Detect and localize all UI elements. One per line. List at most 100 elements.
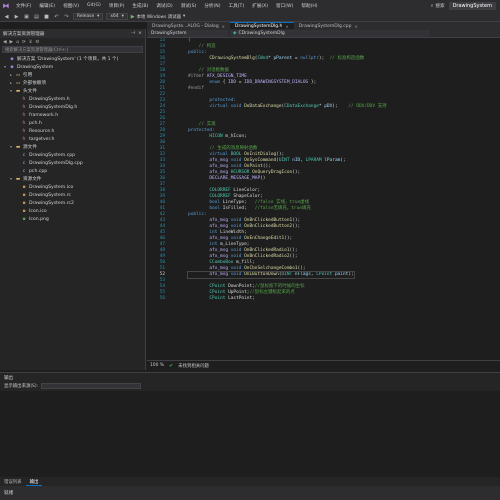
status-bar: 就绪 — [0, 486, 500, 500]
tree-item[interactable]: ▸ ▭ 外部依赖项 — [0, 79, 145, 87]
chevron-down-icon[interactable]: ▾ — [9, 177, 13, 181]
tree-item[interactable]: ▪ Icon.png — [0, 215, 145, 223]
solution-explorer-search[interactable]: 搜索解决方案资源管理器(Ctrl+;) — [2, 46, 143, 53]
tree-item[interactable]: ▪ DrawingSystem.rc2 — [0, 199, 145, 207]
output-body[interactable] — [0, 391, 500, 477]
scope-dropdown[interactable]: ◈ CDrawingSystemDlg — [230, 29, 430, 37]
new-file-icon[interactable]: ▣ — [23, 13, 30, 20]
tree-item[interactable]: ▪ DrawingSystem.ico — [0, 183, 145, 191]
chevron-down-icon[interactable]: ▾ — [9, 145, 13, 149]
settings-icon[interactable]: ⚙ — [35, 40, 39, 45]
code-token: CPoint — [316, 272, 333, 277]
menu-item[interactable]: 调试(D) — [152, 3, 176, 9]
back-icon[interactable]: ◀ — [3, 40, 7, 45]
undo-icon[interactable]: ↶ — [53, 13, 60, 20]
chevron-down-icon[interactable]: ▾ — [9, 89, 13, 93]
tree-item[interactable]: ▸ ▭ 引用 — [0, 71, 145, 79]
close-icon[interactable]: × — [222, 24, 225, 29]
code-token: void — [230, 158, 242, 163]
output-tab[interactable]: 输出 — [25, 479, 43, 486]
menu-item[interactable]: 视图(V) — [59, 3, 83, 9]
tree-item[interactable]: ▾ ▬ 资源文件 — [0, 175, 145, 183]
code-token: // DDX/DDV 支持 — [348, 104, 387, 109]
menu-item[interactable]: 生成(B) — [128, 3, 152, 9]
filter-icon[interactable]: ⊻ — [29, 40, 32, 45]
menu-item[interactable]: 项目(P) — [105, 3, 129, 9]
tree-item[interactable]: ▪ DrawingSystem.rc — [0, 191, 145, 199]
tree-item[interactable]: ▪ Icon.ico — [0, 207, 145, 215]
code-token: void — [230, 254, 242, 259]
tree-item[interactable]: h targetver.h — [0, 135, 145, 143]
menu-item[interactable]: 扩展(X) — [248, 3, 272, 9]
tree-item[interactable]: ▾ ▬ 源文件 — [0, 143, 145, 151]
tree-item[interactable]: h framework.h — [0, 111, 145, 119]
menu-item[interactable]: 分析(N) — [200, 3, 224, 9]
menu-item[interactable]: 帮助(H) — [297, 3, 321, 9]
tree-item[interactable]: ▾ ▬ 头文件 — [0, 87, 145, 95]
tree-item[interactable]: h DrawingSystemDlg.h — [0, 103, 145, 111]
tree-item[interactable]: c DrawingSystemDlg.cpp — [0, 159, 145, 167]
solution-explorer: 解决方案资源管理器 ⊣ × ◀ ▶ ⌂ ⟳ ⊻ ⚙ 搜索解决方案资源管理器(Ct… — [0, 29, 146, 370]
code-token: OnPaint — [244, 164, 263, 169]
forward-icon[interactable]: ▶ — [13, 13, 20, 20]
save-icon[interactable]: ■ — [43, 13, 50, 20]
menu-item[interactable]: 测试(S) — [177, 3, 201, 9]
project-dropdown[interactable]: DrawingSystem — [148, 29, 228, 37]
forward-icon[interactable]: ▶ — [10, 40, 14, 45]
configuration-select[interactable]: Release ▾ — [73, 13, 104, 20]
code-token: OnEnChangeEdit1 — [244, 236, 285, 241]
code-token: IDD_DRAWINGSYSTEM_DIALOG — [244, 80, 309, 85]
run-button[interactable]: ▶ 本地 Windows 调试器 ▾ — [131, 14, 185, 20]
back-icon[interactable]: ◀ — [3, 13, 10, 20]
configuration-value: Release — [77, 14, 95, 19]
redo-icon[interactable]: ↷ — [63, 13, 70, 20]
menu-item[interactable]: 文件(F) — [12, 3, 35, 9]
chevron-down-icon[interactable]: ▾ — [3, 65, 7, 69]
code-token: { — [220, 80, 229, 85]
code-token: OnInitDialog — [244, 152, 277, 157]
code-token: //鼠标左键松起来的点 — [249, 290, 295, 295]
code-token: (); — [292, 218, 301, 223]
code-token: DECLARE_MESSAGE_MAP — [209, 176, 261, 181]
header-file-icon: h — [22, 128, 26, 134]
menu-item[interactable]: 编辑(E) — [35, 3, 59, 9]
tree-item[interactable]: h Resource.h — [0, 127, 145, 135]
code-area[interactable]: 13{14 // 构造 15 public: 16 CDrawingSystemDlg… — [147, 38, 500, 360]
close-icon[interactable]: × — [138, 31, 142, 36]
tree-item[interactable]: h DrawingSystem.h — [0, 95, 145, 103]
tree-item-label: 源文件 — [23, 145, 37, 150]
folder-icon: ▬ — [15, 176, 21, 182]
open-file-icon[interactable]: ▤ — [33, 13, 40, 20]
chevron-right-icon[interactable]: ▸ — [9, 81, 13, 85]
tree-item[interactable]: h pch.h — [0, 119, 145, 127]
sync-icon[interactable]: ⟳ — [22, 40, 26, 45]
tree-item[interactable]: ▾ ◆ DrawingSystem — [0, 63, 145, 71]
home-icon[interactable]: ⌂ — [16, 40, 19, 45]
menu-item[interactable]: Git(G) — [83, 3, 105, 9]
menu-item[interactable]: 工具(T) — [225, 3, 249, 9]
output-tab[interactable]: 错误列表 — [0, 479, 26, 485]
menu-item[interactable]: 窗口(W) — [272, 3, 297, 9]
tree-item[interactable]: c DrawingSystem.cpp — [0, 151, 145, 159]
close-icon[interactable]: × — [354, 24, 357, 29]
code-token: afx_msg — [209, 224, 229, 229]
code-token: enum — [209, 80, 221, 85]
tree-item[interactable]: ◆ 解决方案 'DrawingSystem' (1 个项目，共 1 个) — [0, 55, 145, 63]
tree-item-label: DrawingSystem.rc — [29, 192, 72, 198]
output-source-select[interactable] — [41, 383, 142, 389]
code-token: m_fill — [236, 260, 253, 265]
zoom-level[interactable]: 100 % — [150, 363, 164, 368]
tree-item-label: 外部依赖项 — [23, 81, 46, 86]
tree-item[interactable]: c pch.cpp — [0, 167, 145, 175]
search-box[interactable]: ⌕ 搜索 — [431, 3, 445, 9]
search-placeholder: 搜索解决方案资源管理器(Ctrl+;) — [5, 47, 69, 53]
platform-select[interactable]: x64 ▾ — [106, 13, 128, 20]
code-token: COLORREF — [209, 188, 231, 193]
pin-icon[interactable]: ⊣ — [131, 31, 135, 36]
chevron-right-icon[interactable]: ▸ — [9, 73, 13, 77]
code-line[interactable]: 56 CPoint LastPoint; — [147, 296, 500, 302]
